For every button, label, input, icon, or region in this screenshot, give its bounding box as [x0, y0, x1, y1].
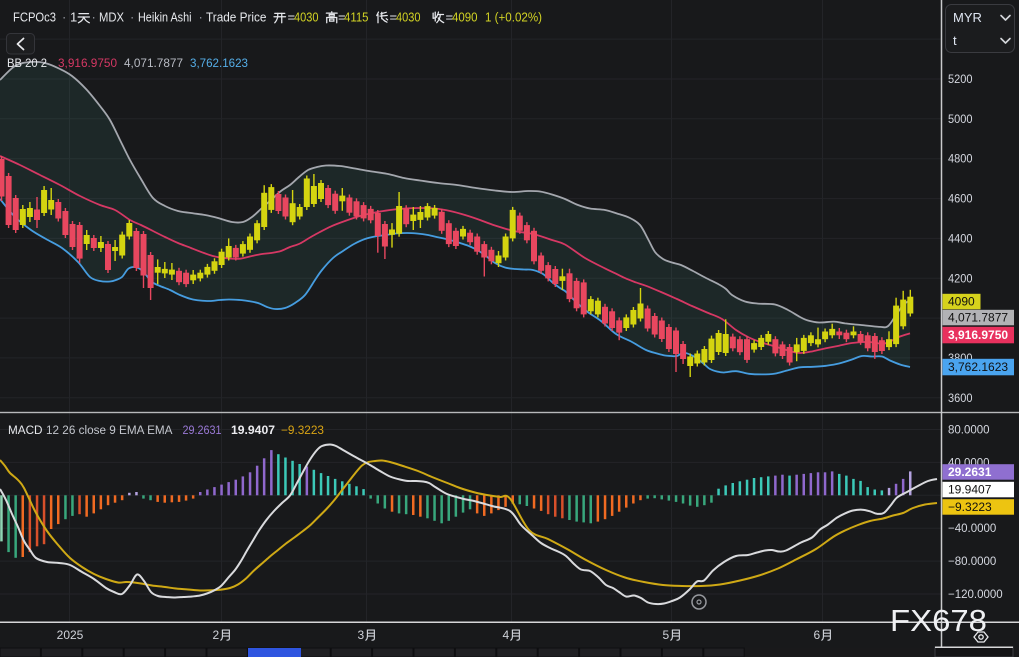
svg-text:MYR: MYR — [953, 10, 982, 25]
svg-text:4,071.7877: 4,071.7877 — [124, 58, 183, 70]
svg-text:t: t — [953, 33, 957, 48]
svg-text:5000: 5000 — [948, 114, 973, 126]
svg-text:4: 4 — [503, 628, 510, 642]
svg-text:−80.0000: −80.0000 — [948, 556, 996, 568]
svg-text:4,071.7877: 4,071.7877 — [948, 311, 1008, 325]
svg-text:12 26 close 9 EMA EMA: 12 26 close 9 EMA EMA — [46, 425, 173, 437]
svg-text:3600: 3600 — [948, 393, 973, 405]
svg-text:−9.3223: −9.3223 — [948, 500, 992, 514]
svg-text:−40.0000: −40.0000 — [948, 523, 996, 535]
svg-text:BB 20 2: BB 20 2 — [7, 58, 47, 70]
svg-text:4030: 4030 — [294, 10, 319, 25]
svg-text:Trade Price: Trade Price — [206, 10, 267, 25]
svg-text:3: 3 — [358, 628, 365, 642]
svg-text:3,916.9750: 3,916.9750 — [948, 328, 1008, 342]
svg-text:FCPOc3: FCPOc3 — [13, 10, 56, 25]
svg-text:·: · — [130, 10, 134, 25]
svg-text:MDX: MDX — [99, 10, 124, 25]
svg-text:19.9407: 19.9407 — [948, 483, 992, 497]
svg-text:6: 6 — [814, 628, 821, 642]
svg-text:3,762.1623: 3,762.1623 — [948, 360, 1008, 374]
svg-text:−120.0000: −120.0000 — [948, 589, 1003, 601]
svg-text:4200: 4200 — [948, 273, 973, 285]
svg-text:·: · — [92, 10, 96, 25]
svg-text:−9.3223: −9.3223 — [281, 425, 324, 437]
svg-text:2: 2 — [213, 628, 220, 642]
svg-text:MACD: MACD — [8, 425, 43, 437]
svg-text:1 (+0.02%): 1 (+0.02%) — [485, 10, 542, 25]
svg-text:29.2631: 29.2631 — [948, 465, 992, 479]
svg-text:29.2631: 29.2631 — [183, 425, 222, 437]
svg-text:4090: 4090 — [948, 295, 975, 309]
svg-text:·: · — [62, 10, 66, 25]
svg-text:3,916.9750: 3,916.9750 — [58, 58, 117, 70]
svg-text:4090: 4090 — [452, 10, 478, 25]
svg-text:5200: 5200 — [948, 74, 973, 86]
svg-text:4115: 4115 — [344, 10, 369, 25]
svg-text:·: · — [199, 10, 203, 25]
svg-text:FX678: FX678 — [890, 603, 987, 638]
svg-text:4800: 4800 — [948, 154, 973, 166]
svg-text:4030: 4030 — [396, 10, 421, 25]
svg-text:5: 5 — [663, 628, 670, 642]
svg-text:3,762.1623: 3,762.1623 — [190, 58, 248, 70]
svg-text:1: 1 — [70, 10, 77, 25]
svg-text:4400: 4400 — [948, 233, 973, 245]
svg-text:2025: 2025 — [57, 628, 84, 642]
svg-text:4600: 4600 — [948, 194, 973, 206]
svg-text:19.9407: 19.9407 — [231, 425, 275, 437]
svg-text:80.0000: 80.0000 — [948, 425, 990, 437]
svg-text:Heikin Ashi: Heikin Ashi — [138, 10, 192, 25]
